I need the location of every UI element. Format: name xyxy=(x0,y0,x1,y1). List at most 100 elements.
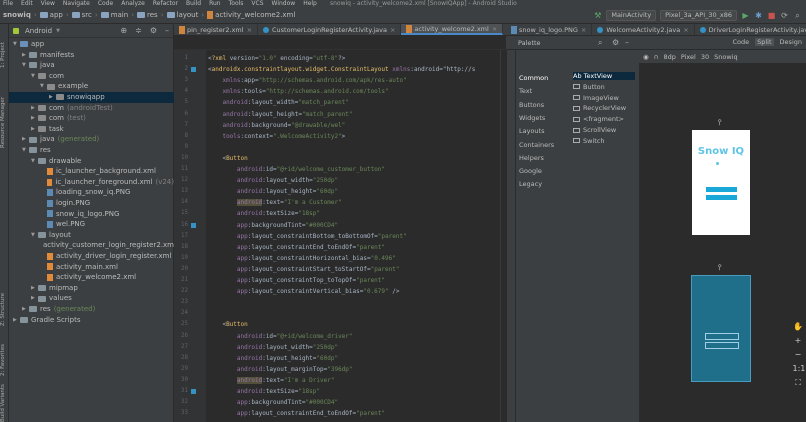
close-icon[interactable]: × xyxy=(683,24,688,35)
editor-tab[interactable]: activity_welcome2.xml × xyxy=(401,24,504,35)
project-tree-item[interactable]: activity_main.xml xyxy=(9,262,174,273)
blueprint-preview[interactable] xyxy=(691,275,751,382)
project-tree-item[interactable]: ▶ java (generated) xyxy=(9,134,174,145)
code-line[interactable]: app:layout_constraintBottom_toBottomOf="… xyxy=(208,233,407,240)
hammer-icon[interactable]: ⚒ xyxy=(593,11,602,20)
magnet-icon[interactable]: ∩ xyxy=(654,53,659,61)
editor-tab[interactable]: snow_iq_logo.PNG × xyxy=(506,24,593,35)
code-line[interactable]: android:id="@+id/welcome_customer_button… xyxy=(208,166,385,173)
chevron-right-icon[interactable]: ▶ xyxy=(31,113,38,124)
project-tree-item[interactable]: ▶ values xyxy=(9,293,174,304)
menu-item[interactable]: Analyze xyxy=(121,0,145,7)
code-line[interactable]: android:layout_width="250dp" xyxy=(208,177,338,184)
hand-icon[interactable]: ✋ xyxy=(793,321,804,332)
project-tree-item[interactable]: ic_launcher_foreground.xml (v24) xyxy=(9,177,174,188)
menu-item[interactable]: Code xyxy=(98,0,113,7)
chevron-down-icon[interactable]: ▼ xyxy=(31,71,38,82)
menu-item[interactable]: Window xyxy=(272,0,296,7)
palette-widget[interactable]: Button xyxy=(573,83,635,91)
project-view-select[interactable]: Android xyxy=(25,27,52,35)
breadcrumb-item[interactable]: main xyxy=(111,11,129,19)
run-icon[interactable]: ▶ xyxy=(741,11,750,20)
menu-item[interactable]: VCS xyxy=(251,0,263,7)
code-line[interactable]: app:layout_constraintTop_toTopOf="parent… xyxy=(208,277,385,284)
palette-category[interactable]: Layouts xyxy=(519,127,544,135)
project-tree-item[interactable]: snow_iq_logo.PNG xyxy=(9,209,174,220)
project-tree-item[interactable]: ▶ manifests xyxy=(9,50,174,61)
target-icon[interactable]: ⊕ xyxy=(120,26,127,35)
chevron-right-icon[interactable]: ▶ xyxy=(31,124,38,135)
pin-icon[interactable]: ⫯ xyxy=(718,263,721,273)
project-tree-item[interactable]: wel.PNG xyxy=(9,219,174,230)
gear-icon[interactable]: ⚙ xyxy=(150,26,157,35)
close-icon[interactable]: × xyxy=(492,24,497,35)
chevron-right-icon[interactable]: ▶ xyxy=(22,134,29,145)
zoom-out-icon[interactable]: − xyxy=(793,349,804,360)
chevron-down-icon[interactable]: ▼ xyxy=(31,230,38,241)
theme-select[interactable]: Snowiq xyxy=(714,53,737,61)
project-tree-item[interactable]: ic_launcher_background.xml xyxy=(9,166,174,177)
pin-icon[interactable]: ⫯ xyxy=(718,118,721,128)
code-line[interactable]: android:layout_height="60dp" xyxy=(208,355,338,362)
chevron-down-icon[interactable]: ▼ xyxy=(13,39,20,50)
code-line[interactable]: android:layout_width="match_parent" xyxy=(208,99,348,106)
search-icon[interactable]: ⌕ xyxy=(793,11,802,20)
code-line[interactable]: app:layout_constraintEnd_toEndOf="parent… xyxy=(208,244,385,251)
project-tree-item[interactable]: ▼ drawable xyxy=(9,156,174,167)
stop-icon[interactable]: ■ xyxy=(767,11,776,20)
code-line[interactable]: app:layout_constraintHorizontal_bias="0.… xyxy=(208,255,396,262)
project-tree-item[interactable]: ▼ java xyxy=(9,60,174,71)
design-mode-button[interactable]: Design xyxy=(780,38,802,46)
palette-category[interactable]: Containers xyxy=(519,141,554,149)
menu-item[interactable]: Build xyxy=(186,0,201,7)
project-tool-tab[interactable]: 1: Project xyxy=(0,28,9,68)
palette-category[interactable]: Widgets xyxy=(519,114,545,122)
project-tree-item[interactable]: ▶ com (test) xyxy=(9,113,174,124)
palette-widget[interactable]: Ab TextView xyxy=(573,72,635,80)
palette-widget[interactable]: ScrollView xyxy=(573,126,635,134)
zoom-in-icon[interactable]: + xyxy=(793,335,804,346)
project-tree-item[interactable]: ▶ Gradle Scripts xyxy=(9,315,174,326)
gear-icon[interactable]: ⚙ xyxy=(612,38,619,47)
palette-widget[interactable]: Switch xyxy=(573,137,635,145)
project-tree-item[interactable]: ▶ com (androidTest) xyxy=(9,103,174,114)
structure-tab[interactable]: Z: Structure xyxy=(0,286,9,326)
palette-category[interactable]: Legacy xyxy=(519,180,542,188)
phone-preview[interactable]: Snow IQ xyxy=(692,130,750,235)
palette-category[interactable]: Text xyxy=(519,87,532,95)
run-config-select[interactable]: MainActivity xyxy=(606,10,657,21)
menu-item[interactable]: File xyxy=(3,0,13,7)
code-line[interactable]: <Button xyxy=(208,155,247,162)
palette-widget[interactable]: ImageView xyxy=(573,94,635,102)
search-icon[interactable]: ⌕ xyxy=(598,38,602,48)
chevron-down-icon[interactable]: ▼ xyxy=(22,145,29,156)
code-line[interactable]: android:textSize="18sp" xyxy=(208,388,320,395)
menu-item[interactable]: Tools xyxy=(229,0,244,7)
breadcrumb-item[interactable]: layout xyxy=(177,11,199,19)
code-line[interactable]: app:backgroundTint="#000CD4" xyxy=(208,222,338,229)
editor-tab[interactable]: DriverLoginRegisterActivity.java× xyxy=(695,24,806,35)
menu-item[interactable]: Refactor xyxy=(153,0,178,7)
margin-select[interactable]: 8dp xyxy=(663,53,675,61)
chevron-down-icon[interactable]: ▼ xyxy=(56,28,60,34)
menu-item[interactable]: Edit xyxy=(21,0,33,7)
project-tree-item[interactable]: activity_customer_login_register2.xml xyxy=(9,240,176,251)
code-line[interactable]: android:id="@+id/welcome_driver" xyxy=(208,333,353,340)
palette-category[interactable]: Helpers xyxy=(519,154,544,162)
chevron-down-icon[interactable]: ▼ xyxy=(31,156,38,167)
chevron-right-icon[interactable]: ▶ xyxy=(49,92,56,103)
project-tree-item[interactable]: ▼ com xyxy=(9,71,174,82)
project-tree-item[interactable]: ▶ snowiqapp xyxy=(9,92,174,103)
minimize-icon[interactable]: – xyxy=(165,26,169,35)
build-variants-tab[interactable]: Build Variants xyxy=(0,384,9,422)
breadcrumb-item[interactable]: app xyxy=(50,11,63,19)
code-line[interactable]: app:backgroundTint="#000CD4" xyxy=(208,399,338,406)
code-line[interactable]: app:layout_constraintEnd_toEndOf="parent… xyxy=(208,410,385,417)
breadcrumb-item[interactable]: snowiq xyxy=(3,11,31,19)
palette-category[interactable]: Google xyxy=(519,167,542,175)
code-line[interactable]: android:layout_width="250dp" xyxy=(208,344,338,351)
device-select[interactable]: Pixel xyxy=(681,53,696,61)
api-select[interactable]: 30 xyxy=(701,53,709,61)
menu-item[interactable]: Help xyxy=(303,0,317,7)
chevron-down-icon[interactable]: ▼ xyxy=(22,60,29,71)
